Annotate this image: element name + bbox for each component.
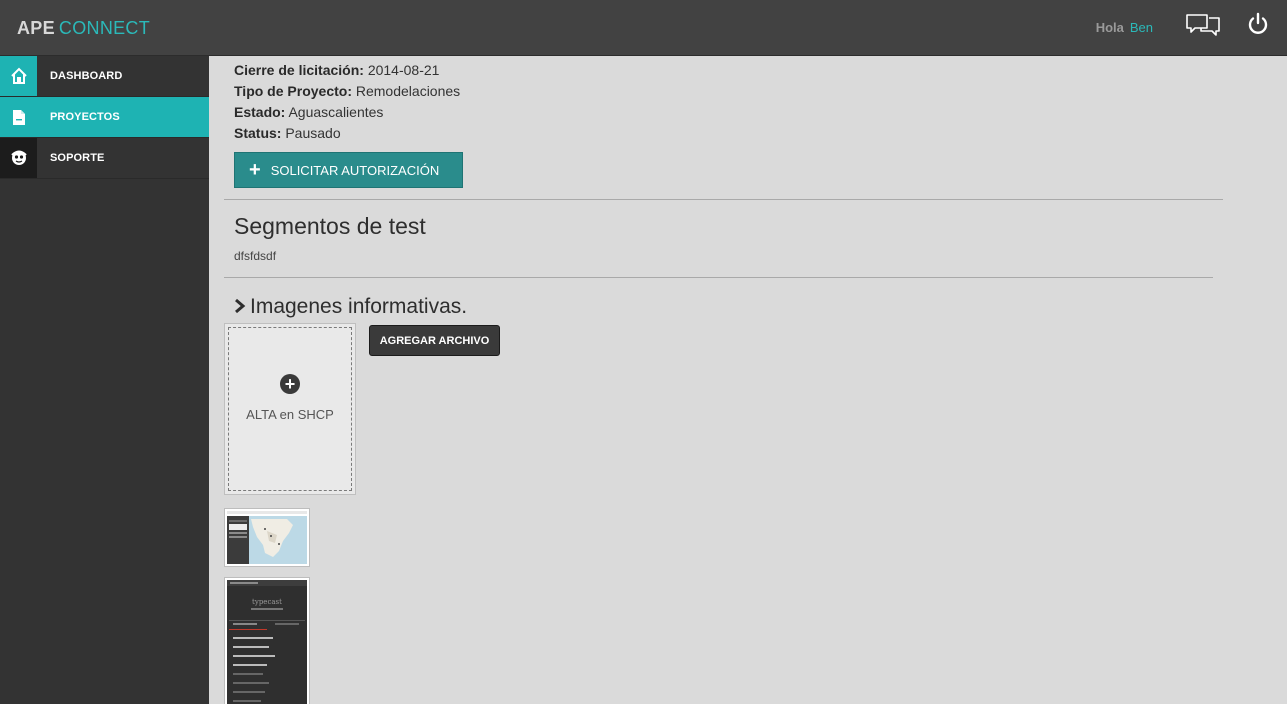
field-cierre-licitacion: Cierre de licitación: 2014-08-21 <box>234 62 439 78</box>
user-name-link[interactable]: Ben <box>1130 20 1153 35</box>
typecast-screenshot-preview: typecast <box>227 580 307 704</box>
segments-title: Segmentos de test <box>234 213 426 239</box>
greeting-text: Hola <box>1095 20 1124 35</box>
divider <box>224 277 1213 278</box>
field-label: Status: <box>234 125 282 141</box>
sidebar-item-soporte[interactable]: SOPORTE <box>0 138 209 179</box>
upload-label: ALTA en SHCP <box>246 407 334 422</box>
field-value: Aguascalientes <box>288 104 384 120</box>
field-estado: Estado: Aguascalientes <box>234 104 383 120</box>
brand-bold: APE <box>17 18 55 38</box>
sidebar-item-label: DASHBOARD <box>50 70 123 82</box>
segments-description: dfsfdsdf <box>234 249 277 263</box>
chevron-right-icon <box>235 298 246 314</box>
field-value: 2014-08-21 <box>367 62 440 78</box>
brand-logo[interactable]: APE CONNECT <box>17 18 150 39</box>
main-content: Cierre de licitación: 2014-08-21 Tipo de… <box>209 56 1287 704</box>
top-bar: APE CONNECT Hola Ben <box>0 0 1287 56</box>
sidebar-item-label: SOPORTE <box>50 152 105 164</box>
add-file-button[interactable]: AGREGAR ARCHIVO <box>369 325 500 356</box>
image-thumbnail[interactable]: typecast <box>224 577 310 704</box>
brand-light: CONNECT <box>58 18 151 38</box>
field-value: Remodelaciones <box>355 83 461 99</box>
chat-bubbles-icon[interactable] <box>1185 12 1221 38</box>
images-section-title: Imagenes informativas. <box>250 295 468 318</box>
support-avatar-icon <box>0 138 37 178</box>
map-screenshot-preview <box>227 511 307 564</box>
typecast-logo-text: typecast <box>252 598 282 606</box>
field-label: Estado: <box>234 104 286 120</box>
sidebar-item-label: PROYECTOS <box>50 111 120 123</box>
user-greeting: Hola Ben <box>1096 20 1153 35</box>
add-circle-icon: + <box>280 374 300 394</box>
home-icon <box>0 56 37 96</box>
sidebar: DASHBOARD PROYECTOS SOPORTE <box>0 56 209 704</box>
field-tipo-proyecto: Tipo de Proyecto: Remodelaciones <box>234 83 460 99</box>
plus-icon: + <box>249 159 261 181</box>
field-label: Tipo de Proyecto: <box>234 83 352 99</box>
field-label: Cierre de licitación: <box>234 62 364 78</box>
sidebar-item-dashboard[interactable]: DASHBOARD <box>0 56 209 97</box>
power-icon[interactable] <box>1246 12 1270 36</box>
field-value: Pausado <box>285 125 341 141</box>
sidebar-item-proyectos[interactable]: PROYECTOS <box>0 97 209 138</box>
images-section-toggle[interactable]: Imagenes informativas. <box>234 295 467 319</box>
divider <box>224 199 1223 200</box>
upload-dropzone[interactable]: + ALTA en SHCP <box>224 323 356 495</box>
document-icon <box>0 97 37 137</box>
field-status: Status: Pausado <box>234 125 341 141</box>
request-authorization-button[interactable]: + SOLICITAR AUTORIZACIÓN <box>234 152 463 188</box>
request-authorization-label: SOLICITAR AUTORIZACIÓN <box>270 162 440 178</box>
image-thumbnail[interactable] <box>224 508 310 567</box>
